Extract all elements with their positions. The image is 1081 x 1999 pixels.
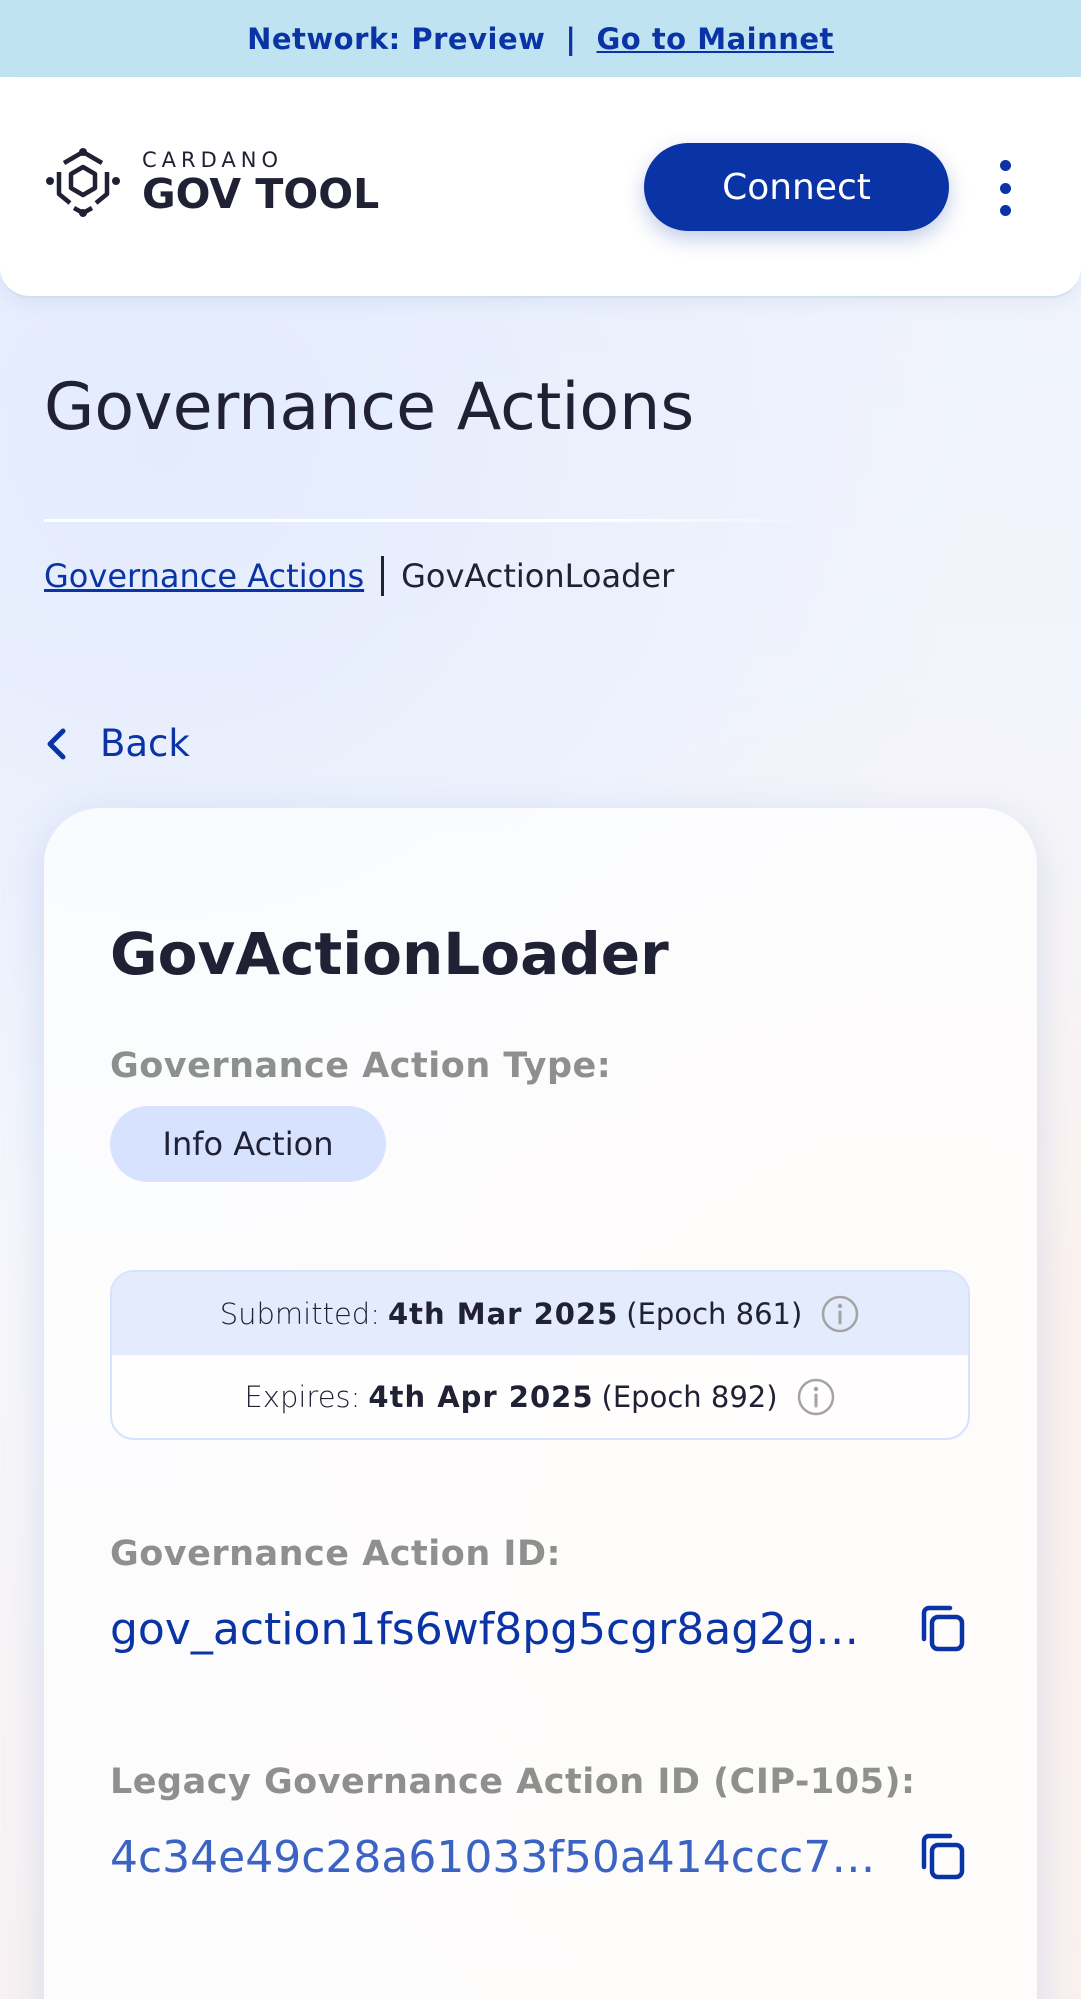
action-id-row: gov_action1fs6wf8pg5cgr8ag2g9x… bbox=[110, 1599, 970, 1659]
go-to-mainnet-link[interactable]: Go to Mainnet bbox=[597, 22, 834, 56]
breadcrumb-separator bbox=[381, 556, 385, 596]
title-divider bbox=[44, 519, 824, 522]
expires-label: Expires: bbox=[244, 1379, 361, 1414]
breadcrumb: Governance Actions GovActionLoader bbox=[44, 556, 674, 596]
copy-icon[interactable] bbox=[914, 1829, 970, 1885]
network-separator: | bbox=[565, 21, 577, 56]
expires-epoch: (Epoch 892) bbox=[601, 1379, 778, 1414]
expires-info-icon[interactable] bbox=[796, 1377, 836, 1417]
network-label: Network: Preview bbox=[247, 21, 546, 56]
submitted-info-icon[interactable] bbox=[820, 1294, 860, 1334]
submitted-epoch: (Epoch 861) bbox=[626, 1296, 803, 1331]
legacy-id-value[interactable]: 4c34e49c28a61033f50a414ccc73… bbox=[110, 1832, 885, 1883]
submitted-date: 4th Mar 2025 bbox=[387, 1296, 619, 1331]
connect-button[interactable]: Connect bbox=[644, 143, 949, 231]
kebab-menu-icon[interactable] bbox=[990, 160, 1020, 216]
action-type-chip: Info Action bbox=[110, 1106, 386, 1182]
legacy-id-label: Legacy Governance Action ID (CIP-105): bbox=[110, 1762, 916, 1802]
expires-row: Expires: 4th Apr 2025 (Epoch 892) bbox=[112, 1355, 968, 1438]
dates-box: Submitted: 4th Mar 2025 (Epoch 861) Expi… bbox=[110, 1270, 970, 1440]
card-title: GovActionLoader bbox=[110, 920, 669, 988]
logo-big-text: GOV TOOL bbox=[142, 169, 380, 218]
governance-action-card: GovActionLoader Governance Action Type: … bbox=[44, 808, 1037, 1999]
chevron-left-icon bbox=[47, 728, 66, 759]
cardano-logo-icon bbox=[46, 148, 120, 217]
network-banner: Network: Preview | Go to Mainnet bbox=[0, 0, 1081, 77]
action-type-label: Governance Action Type: bbox=[110, 1046, 612, 1086]
expires-date: 4th Apr 2025 bbox=[368, 1379, 594, 1414]
back-button[interactable]: Back bbox=[44, 722, 190, 765]
logo-small-text: CARDANO bbox=[142, 147, 284, 172]
cardano-govtool-logo[interactable]: CARDANO GOV TOOL bbox=[44, 145, 379, 217]
back-label: Back bbox=[100, 722, 190, 765]
submitted-label: Submitted: bbox=[219, 1296, 380, 1331]
legacy-id-row: 4c34e49c28a61033f50a414ccc73… bbox=[110, 1827, 970, 1887]
action-id-value[interactable]: gov_action1fs6wf8pg5cgr8ag2g9x… bbox=[110, 1604, 885, 1655]
breadcrumb-governance-actions-link[interactable]: Governance Actions bbox=[44, 557, 364, 595]
page-title: Governance Actions bbox=[44, 370, 695, 445]
action-id-label: Governance Action ID: bbox=[110, 1534, 561, 1574]
copy-icon[interactable] bbox=[914, 1601, 970, 1657]
breadcrumb-current: GovActionLoader bbox=[401, 557, 675, 595]
submitted-row: Submitted: 4th Mar 2025 (Epoch 861) bbox=[112, 1272, 968, 1355]
